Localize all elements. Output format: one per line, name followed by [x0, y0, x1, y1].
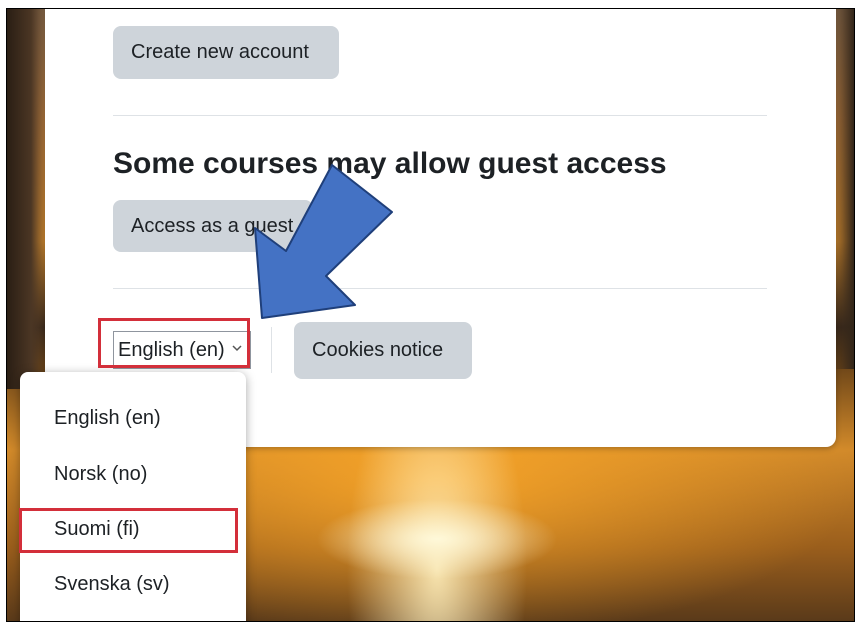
divider: [113, 115, 767, 116]
language-option-label: Svenska (sv): [54, 572, 170, 595]
language-option-en[interactable]: English (en): [20, 398, 246, 438]
language-option-label: Norsk (no): [54, 462, 148, 485]
guest-access-label: Access as a guest: [131, 214, 294, 237]
cookies-notice-button[interactable]: Cookies notice: [294, 322, 472, 379]
guest-access-heading: Some courses may allow guest access: [113, 147, 667, 180]
divider: [113, 288, 767, 289]
screenshot-frame: Create new account Some courses may allo…: [6, 8, 855, 622]
language-option-fi[interactable]: Suomi (fi): [20, 509, 246, 549]
chevron-down-icon: [232, 341, 242, 355]
footer-separator: [271, 327, 272, 373]
background-tree-left: [7, 9, 47, 389]
language-option-label: Suomi (fi): [54, 517, 140, 540]
cookies-notice-label: Cookies notice: [312, 339, 444, 361]
language-option-label: English (en): [54, 406, 161, 429]
language-option-no[interactable]: Norsk (no): [20, 454, 246, 494]
language-select[interactable]: English (en): [113, 331, 251, 369]
create-account-label: Create new account: [131, 41, 309, 63]
language-dropdown-menu: English (en) Norsk (no) Suomi (fi) Svens…: [20, 372, 246, 621]
language-selected-value: English (en): [118, 338, 225, 361]
language-option-sv[interactable]: Svenska (sv): [20, 564, 246, 604]
create-account-button[interactable]: Create new account: [113, 26, 339, 79]
guest-access-button[interactable]: Access as a guest: [113, 200, 313, 252]
